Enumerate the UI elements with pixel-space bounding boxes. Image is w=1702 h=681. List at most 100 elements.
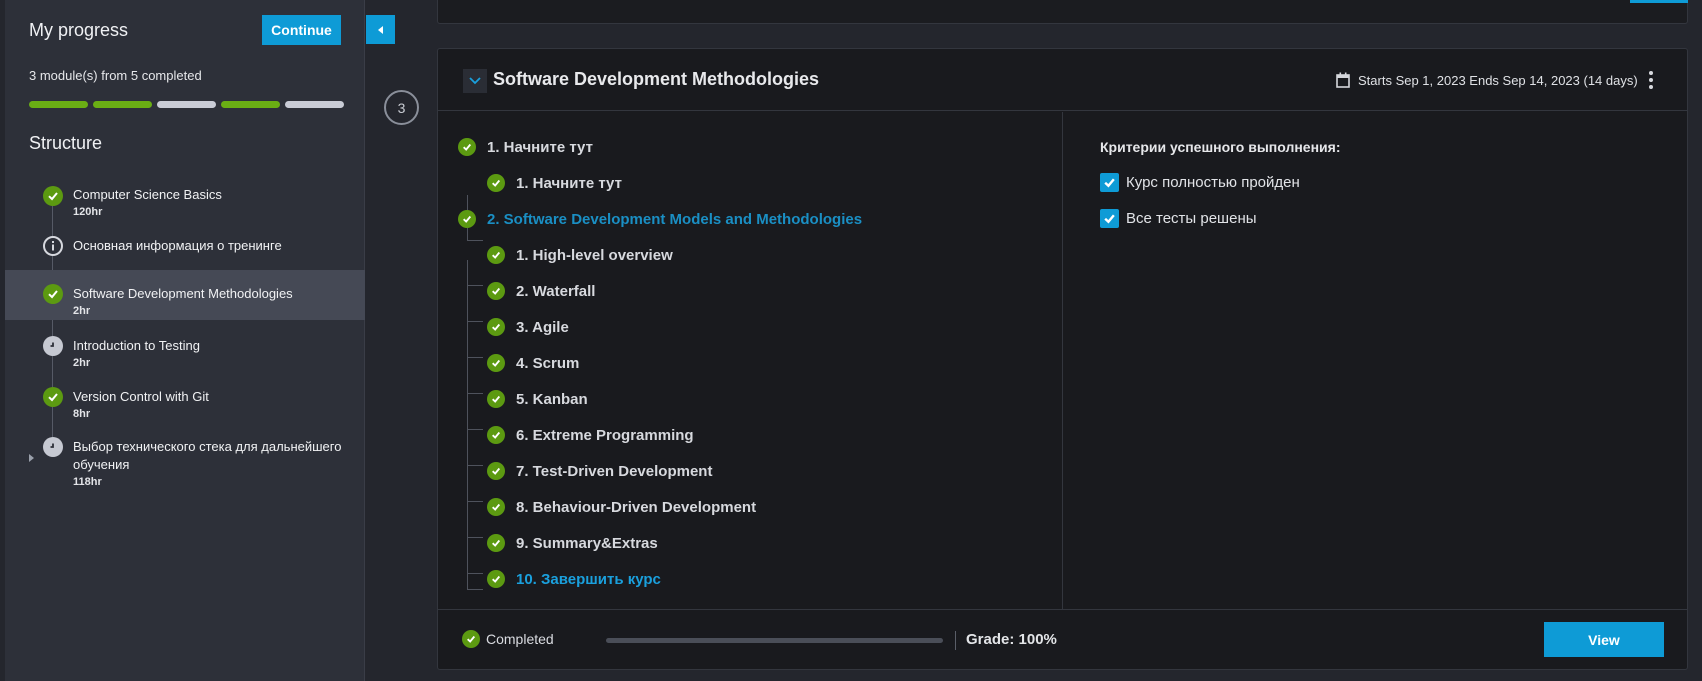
progress-segment [285, 101, 344, 108]
lesson-item[interactable]: 8. Behaviour-Driven Development [487, 498, 756, 516]
module-hours: 8hr [73, 408, 91, 420]
lesson-item[interactable]: 4. Scrum [487, 354, 579, 372]
collapse-module-button[interactable] [463, 69, 487, 93]
check-icon [43, 387, 63, 407]
module-card-header: Software Development Methodologies Start… [438, 49, 1687, 111]
lesson-link[interactable]: 2. Software Development Models and Metho… [487, 211, 862, 228]
progress-summary: 3 module(s) from 5 completed [29, 68, 202, 83]
progress-segment [221, 101, 280, 108]
module-title: Выбор технического стека для дальнейшего… [73, 439, 342, 472]
lesson-item[interactable]: 1. Начните тут [487, 174, 622, 192]
check-icon [43, 284, 63, 304]
sidebar-module-computer-science-basics[interactable]: Computer Science Basics 120hr [5, 178, 365, 224]
lesson-item[interactable]: 1. High-level overview [487, 246, 673, 264]
lesson-item[interactable]: 2. Waterfall [487, 282, 595, 300]
module-hours: 2hr [73, 357, 91, 369]
tree-branch [467, 285, 483, 286]
module-hours: 118hr [73, 476, 102, 488]
tree-branch [467, 357, 483, 358]
module-title: Software Development Methodologies [73, 286, 293, 301]
grade-text: Grade: 100% [966, 631, 1057, 648]
sidebar-module-software-development-methodologies[interactable]: Software Development Methodologies 2hr [5, 270, 365, 320]
sidebar-module-introduction-to-testing[interactable]: Introduction to Testing 2hr [5, 330, 365, 376]
progress-segment [93, 101, 152, 108]
criteria-heading: Критерии успешного выполнения: [1100, 139, 1341, 155]
tree-branch [467, 501, 483, 502]
module-title: Introduction to Testing [73, 338, 200, 353]
check-icon [487, 174, 505, 192]
module-dates: Starts Sep 1, 2023 Ends Sep 14, 2023 (14… [1336, 72, 1638, 88]
check-icon [487, 282, 505, 300]
sidebar-module-version-control-with-git[interactable]: Version Control with Git 8hr [5, 381, 365, 427]
progress-segment [29, 101, 88, 108]
view-button[interactable]: View [1544, 622, 1664, 657]
criteria-checkbox[interactable] [1100, 209, 1119, 228]
chevron-down-icon [469, 77, 481, 85]
criteria-item: Все тесты решены [1100, 209, 1257, 228]
module-title: Computer Science Basics [73, 187, 222, 202]
check-icon [1104, 214, 1115, 224]
structure-heading: Structure [29, 133, 103, 153]
lesson-item[interactable]: 10. Завершить курс [487, 570, 661, 588]
check-icon [458, 210, 476, 228]
module-card: Software Development Methodologies Start… [437, 48, 1688, 670]
module-date-range: Starts Sep 1, 2023 Ends Sep 14, 2023 (14… [1358, 72, 1638, 88]
module-card-footer: Completed Grade: 100% View [438, 609, 1687, 670]
module-hours: 2hr [73, 305, 91, 317]
continue-button[interactable]: Continue [262, 15, 341, 45]
lesson-label: 2. Waterfall [516, 282, 596, 300]
check-icon [458, 138, 476, 156]
divider [955, 631, 956, 650]
lesson-item[interactable]: 6. Extreme Programming [487, 426, 694, 444]
lesson-item[interactable]: 3. Agile [487, 318, 569, 336]
lesson-item[interactable]: 5. Kanban [487, 390, 588, 408]
check-icon [487, 534, 505, 552]
previous-module-card [437, 0, 1688, 24]
progress-fill [606, 638, 943, 643]
clock-icon [43, 437, 63, 457]
check-icon [1104, 178, 1115, 188]
lesson-link[interactable]: 10. Завершить курс [516, 571, 661, 588]
criteria-checkbox[interactable] [1100, 173, 1119, 192]
check-icon [487, 390, 505, 408]
expand-arrow-icon[interactable] [29, 454, 34, 462]
tree-connector [467, 260, 468, 590]
lesson-item[interactable]: 2. Software Development Models and Metho… [458, 210, 862, 228]
step-number: 3 [384, 90, 419, 125]
criteria-label: Курс полностью пройден [1126, 174, 1300, 191]
lesson-label: 5. Kanban [516, 390, 588, 408]
module-title: Version Control with Git [73, 389, 209, 404]
lesson-label: 7. Test-Driven Development [516, 462, 713, 480]
check-icon [487, 570, 505, 588]
lesson-label: 3. Agile [516, 318, 569, 336]
lesson-label: 9. Summary&Extras [516, 534, 658, 552]
more-options-icon[interactable] [1648, 70, 1654, 90]
check-icon [487, 498, 505, 516]
criteria-label: Все тесты решены [1126, 210, 1257, 227]
module-hours: 120hr [73, 206, 103, 218]
lesson-label: 1. High-level overview [516, 246, 673, 264]
lesson-label: 6. Extreme Programming [516, 426, 694, 444]
check-icon [462, 630, 480, 648]
check-icon [487, 354, 505, 372]
tree-branch [467, 465, 483, 466]
lesson-label: 8. Behaviour-Driven Development [516, 498, 757, 516]
lesson-item[interactable]: 1. Начните тут [458, 138, 593, 156]
tree-branch [467, 589, 483, 590]
sidebar-module-tech-stack-choice[interactable]: Выбор технического стека для дальнейшего… [5, 432, 365, 494]
tree-branch [467, 429, 483, 430]
tree-branch [467, 240, 483, 241]
tree-branch [467, 393, 483, 394]
calendar-icon [1336, 72, 1350, 88]
lesson-item[interactable]: 9. Summary&Extras [487, 534, 658, 552]
info-icon [43, 236, 63, 256]
lesson-item[interactable]: 7. Test-Driven Development [487, 462, 712, 480]
check-icon [487, 246, 505, 264]
completion-progress-bar [606, 638, 943, 643]
tree-branch [467, 537, 483, 538]
status-icon-wrap [462, 630, 480, 648]
lesson-tree: 1. Начните тут 1. Начните тут 2. Softwar… [438, 112, 1063, 609]
sidebar-module-training-info[interactable]: Основная информация о тренинге [5, 228, 365, 268]
lesson-label: 1. Начните тут [516, 174, 622, 192]
collapse-sidebar-button[interactable] [366, 15, 395, 44]
